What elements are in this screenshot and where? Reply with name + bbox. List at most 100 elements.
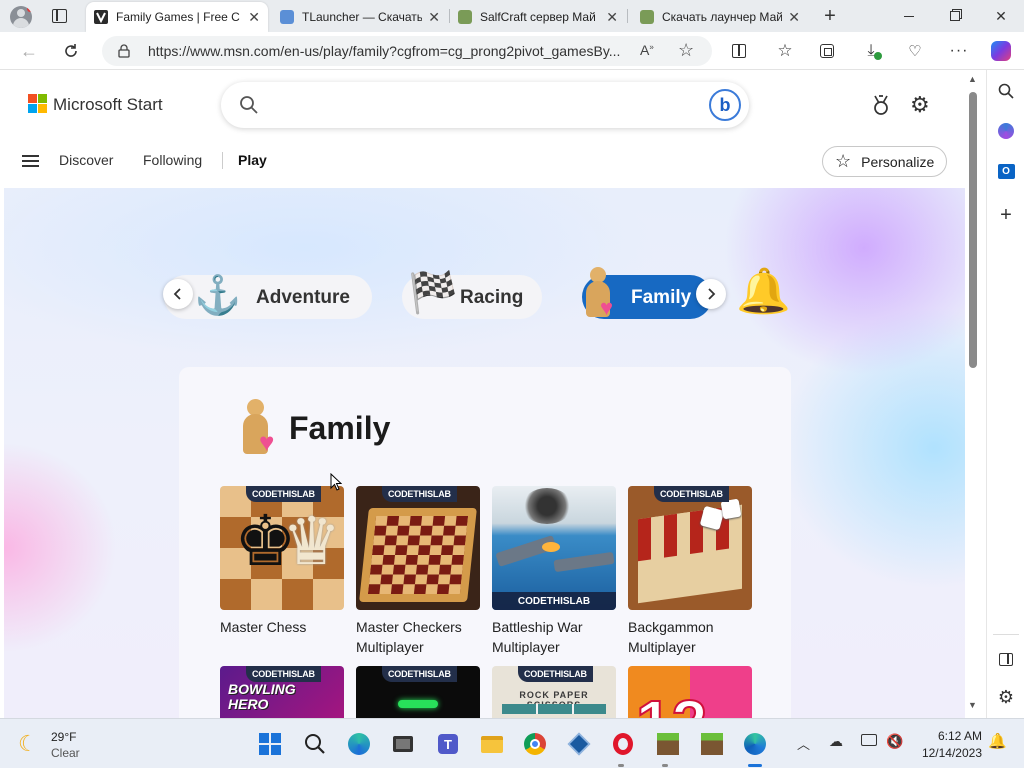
notification-bell-icon[interactable]: 🔔 <box>988 732 1007 750</box>
sidebar-copilot-icon[interactable] <box>991 116 1021 146</box>
lock-icon[interactable] <box>118 44 130 58</box>
browser-tab-salfcraft[interactable]: SalfCraft сервер Май ✕ <box>450 2 626 32</box>
scrollbar-thumb[interactable] <box>969 92 977 368</box>
game-art-text: BOWLING HERO <box>228 681 296 712</box>
category-racing[interactable]: 🏁 Racing <box>402 273 542 319</box>
chrome-icon[interactable] <box>521 730 549 758</box>
brand-name[interactable]: Microsoft Start <box>53 95 163 115</box>
new-tab-button[interactable]: + <box>818 4 842 28</box>
edge-beta-icon[interactable] <box>345 730 373 758</box>
game-card-master-checkers[interactable]: CODETHISLAB Master Checkers Multiplayer <box>356 486 480 655</box>
downloads-icon[interactable]: ⤓ <box>856 36 886 66</box>
game-card-battleship-war[interactable]: CODETHISLAB Battleship War Multiplayer <box>492 486 616 655</box>
game-thumbnail[interactable]: CODETHISLAB <box>492 486 616 610</box>
virtualbox-icon[interactable] <box>565 730 593 758</box>
bing-chat-icon[interactable]: b <box>709 89 741 121</box>
rewards-icon[interactable] <box>870 94 892 116</box>
sidebar-layout-icon[interactable] <box>991 644 1021 674</box>
collections-icon[interactable] <box>812 36 842 66</box>
carousel-next-button[interactable] <box>696 279 726 309</box>
minecraft-icon[interactable] <box>654 730 682 758</box>
minecraft-icon[interactable] <box>698 730 726 758</box>
game-title[interactable]: Battleship War Multiplayer <box>492 617 626 657</box>
sidebar-add-icon[interactable]: + <box>991 200 1021 230</box>
game-thumbnail[interactable]: CODETHISLAB <box>356 486 480 610</box>
refresh-button[interactable] <box>56 36 86 66</box>
weather-moon-icon[interactable]: ☾ <box>18 731 38 757</box>
restore-button[interactable] <box>932 0 978 32</box>
edge-icon[interactable] <box>741 730 769 758</box>
nav-discover[interactable]: Discover <box>59 152 113 168</box>
copilot-icon[interactable] <box>986 36 1016 66</box>
sidebar-settings-icon[interactable]: ⚙ <box>991 682 1021 712</box>
hamburger-menu-icon[interactable] <box>22 155 39 167</box>
tab-actions-icon[interactable] <box>52 9 67 23</box>
settings-gear-icon[interactable]: ⚙ <box>910 92 930 118</box>
volume-muted-icon[interactable]: 🔇 <box>886 733 903 750</box>
carousel-prev-button[interactable] <box>163 279 193 309</box>
browser-tab-launcher[interactable]: Скачать лаунчер Май ✕ <box>632 2 808 32</box>
weather-temp[interactable]: 29°F <box>51 730 76 744</box>
tab-title: Скачать лаунчер Май <box>662 10 783 24</box>
task-view-icon[interactable] <box>389 730 417 758</box>
teams-icon[interactable]: T <box>434 730 462 758</box>
close-tab-icon[interactable]: ✕ <box>428 9 440 26</box>
nav-following[interactable]: Following <box>143 152 202 168</box>
address-url[interactable]: https://www.msn.com/en-us/play/family?cg… <box>148 43 630 59</box>
sidebar-outlook-icon[interactable]: O <box>991 156 1021 186</box>
nav-play[interactable]: Play <box>238 152 267 168</box>
clock-time[interactable]: 6:12 AM <box>928 729 982 743</box>
split-screen-icon[interactable] <box>724 36 754 66</box>
onedrive-icon[interactable]: ☁ <box>829 733 843 750</box>
microsoft-logo-icon[interactable] <box>28 94 48 114</box>
game-card-bowling-hero[interactable]: BOWLING HERO CODETHISLAB <box>220 666 344 718</box>
sidebar-search-icon[interactable] <box>991 76 1021 106</box>
close-tab-icon[interactable]: ✕ <box>606 9 618 26</box>
show-hidden-icons-icon[interactable]: ︿ <box>797 734 810 753</box>
browser-tab-family-games[interactable]: Family Games | Free C ✕ <box>86 2 268 32</box>
scroll-down-icon[interactable]: ▼ <box>968 700 977 710</box>
game-title[interactable]: Master Checkers Multiplayer <box>356 617 490 657</box>
favorites-icon[interactable]: ☆ <box>770 36 800 66</box>
game-thumbnail[interactable]: 12 <box>628 666 752 718</box>
address-bar[interactable]: https://www.msn.com/en-us/play/family?cg… <box>102 36 712 66</box>
page-scrollbar[interactable]: ▲ ▼ <box>965 70 985 718</box>
bell-icon[interactable]: 🔔 <box>736 270 791 314</box>
game-title[interactable]: Master Chess <box>220 617 354 637</box>
personalize-button[interactable]: ☆ Personalize <box>822 146 947 177</box>
close-tab-icon[interactable]: ✕ <box>788 9 800 26</box>
weather-condition[interactable]: Clear <box>51 746 80 760</box>
opera-icon[interactable] <box>609 730 637 758</box>
taskbar-search-icon[interactable] <box>301 730 329 758</box>
read-aloud-icon[interactable]: A» <box>640 42 654 58</box>
game-thumbnail[interactable]: BOWLING HERO CODETHISLAB <box>220 666 344 718</box>
browser-tab-tlauncher[interactable]: TLauncher — Скачать ✕ <box>272 2 448 32</box>
game-card-twelve[interactable]: 12 <box>628 666 752 718</box>
search-input[interactable]: b <box>221 82 749 128</box>
close-tab-icon[interactable]: ✕ <box>248 9 260 26</box>
game-card-master-chess[interactable]: ♚ ♛ CODETHISLAB Master Chess <box>220 486 344 635</box>
minimize-button[interactable] <box>886 0 932 32</box>
performance-icon[interactable]: ♡ <box>900 36 930 66</box>
game-thumbnail[interactable]: CODETHISLAB <box>628 486 752 610</box>
clock-date[interactable]: 12/14/2023 <box>916 746 982 760</box>
category-label: Adventure <box>256 287 350 308</box>
profile-avatar[interactable] <box>10 6 32 28</box>
game-card-neon[interactable]: CODETHISLAB <box>356 666 480 718</box>
game-thumbnail[interactable]: ROCK PAPER SCISSORS CODETHISLAB <box>492 666 616 718</box>
category-adventure[interactable]: ⚓ Adventure <box>164 275 372 319</box>
game-thumbnail[interactable]: CODETHISLAB <box>356 666 480 718</box>
category-family[interactable]: ♥ Family <box>582 267 712 320</box>
display-icon[interactable] <box>861 734 877 746</box>
file-explorer-icon[interactable] <box>478 730 506 758</box>
game-title[interactable]: Backgammon Multiplayer <box>628 617 762 657</box>
game-card-backgammon[interactable]: CODETHISLAB Backgammon Multiplayer <box>628 486 752 655</box>
game-card-rock-paper-scissors[interactable]: ROCK PAPER SCISSORS CODETHISLAB <box>492 666 616 718</box>
scroll-up-icon[interactable]: ▲ <box>968 74 977 84</box>
windows-start-icon[interactable] <box>256 730 284 758</box>
game-thumbnail[interactable]: ♚ ♛ CODETHISLAB <box>220 486 344 610</box>
close-window-button[interactable]: ✕ <box>978 0 1024 32</box>
back-button[interactable]: ← <box>14 36 44 66</box>
settings-more-icon[interactable]: ··· <box>944 36 974 66</box>
favorite-star-icon[interactable]: ☆ <box>678 40 694 61</box>
